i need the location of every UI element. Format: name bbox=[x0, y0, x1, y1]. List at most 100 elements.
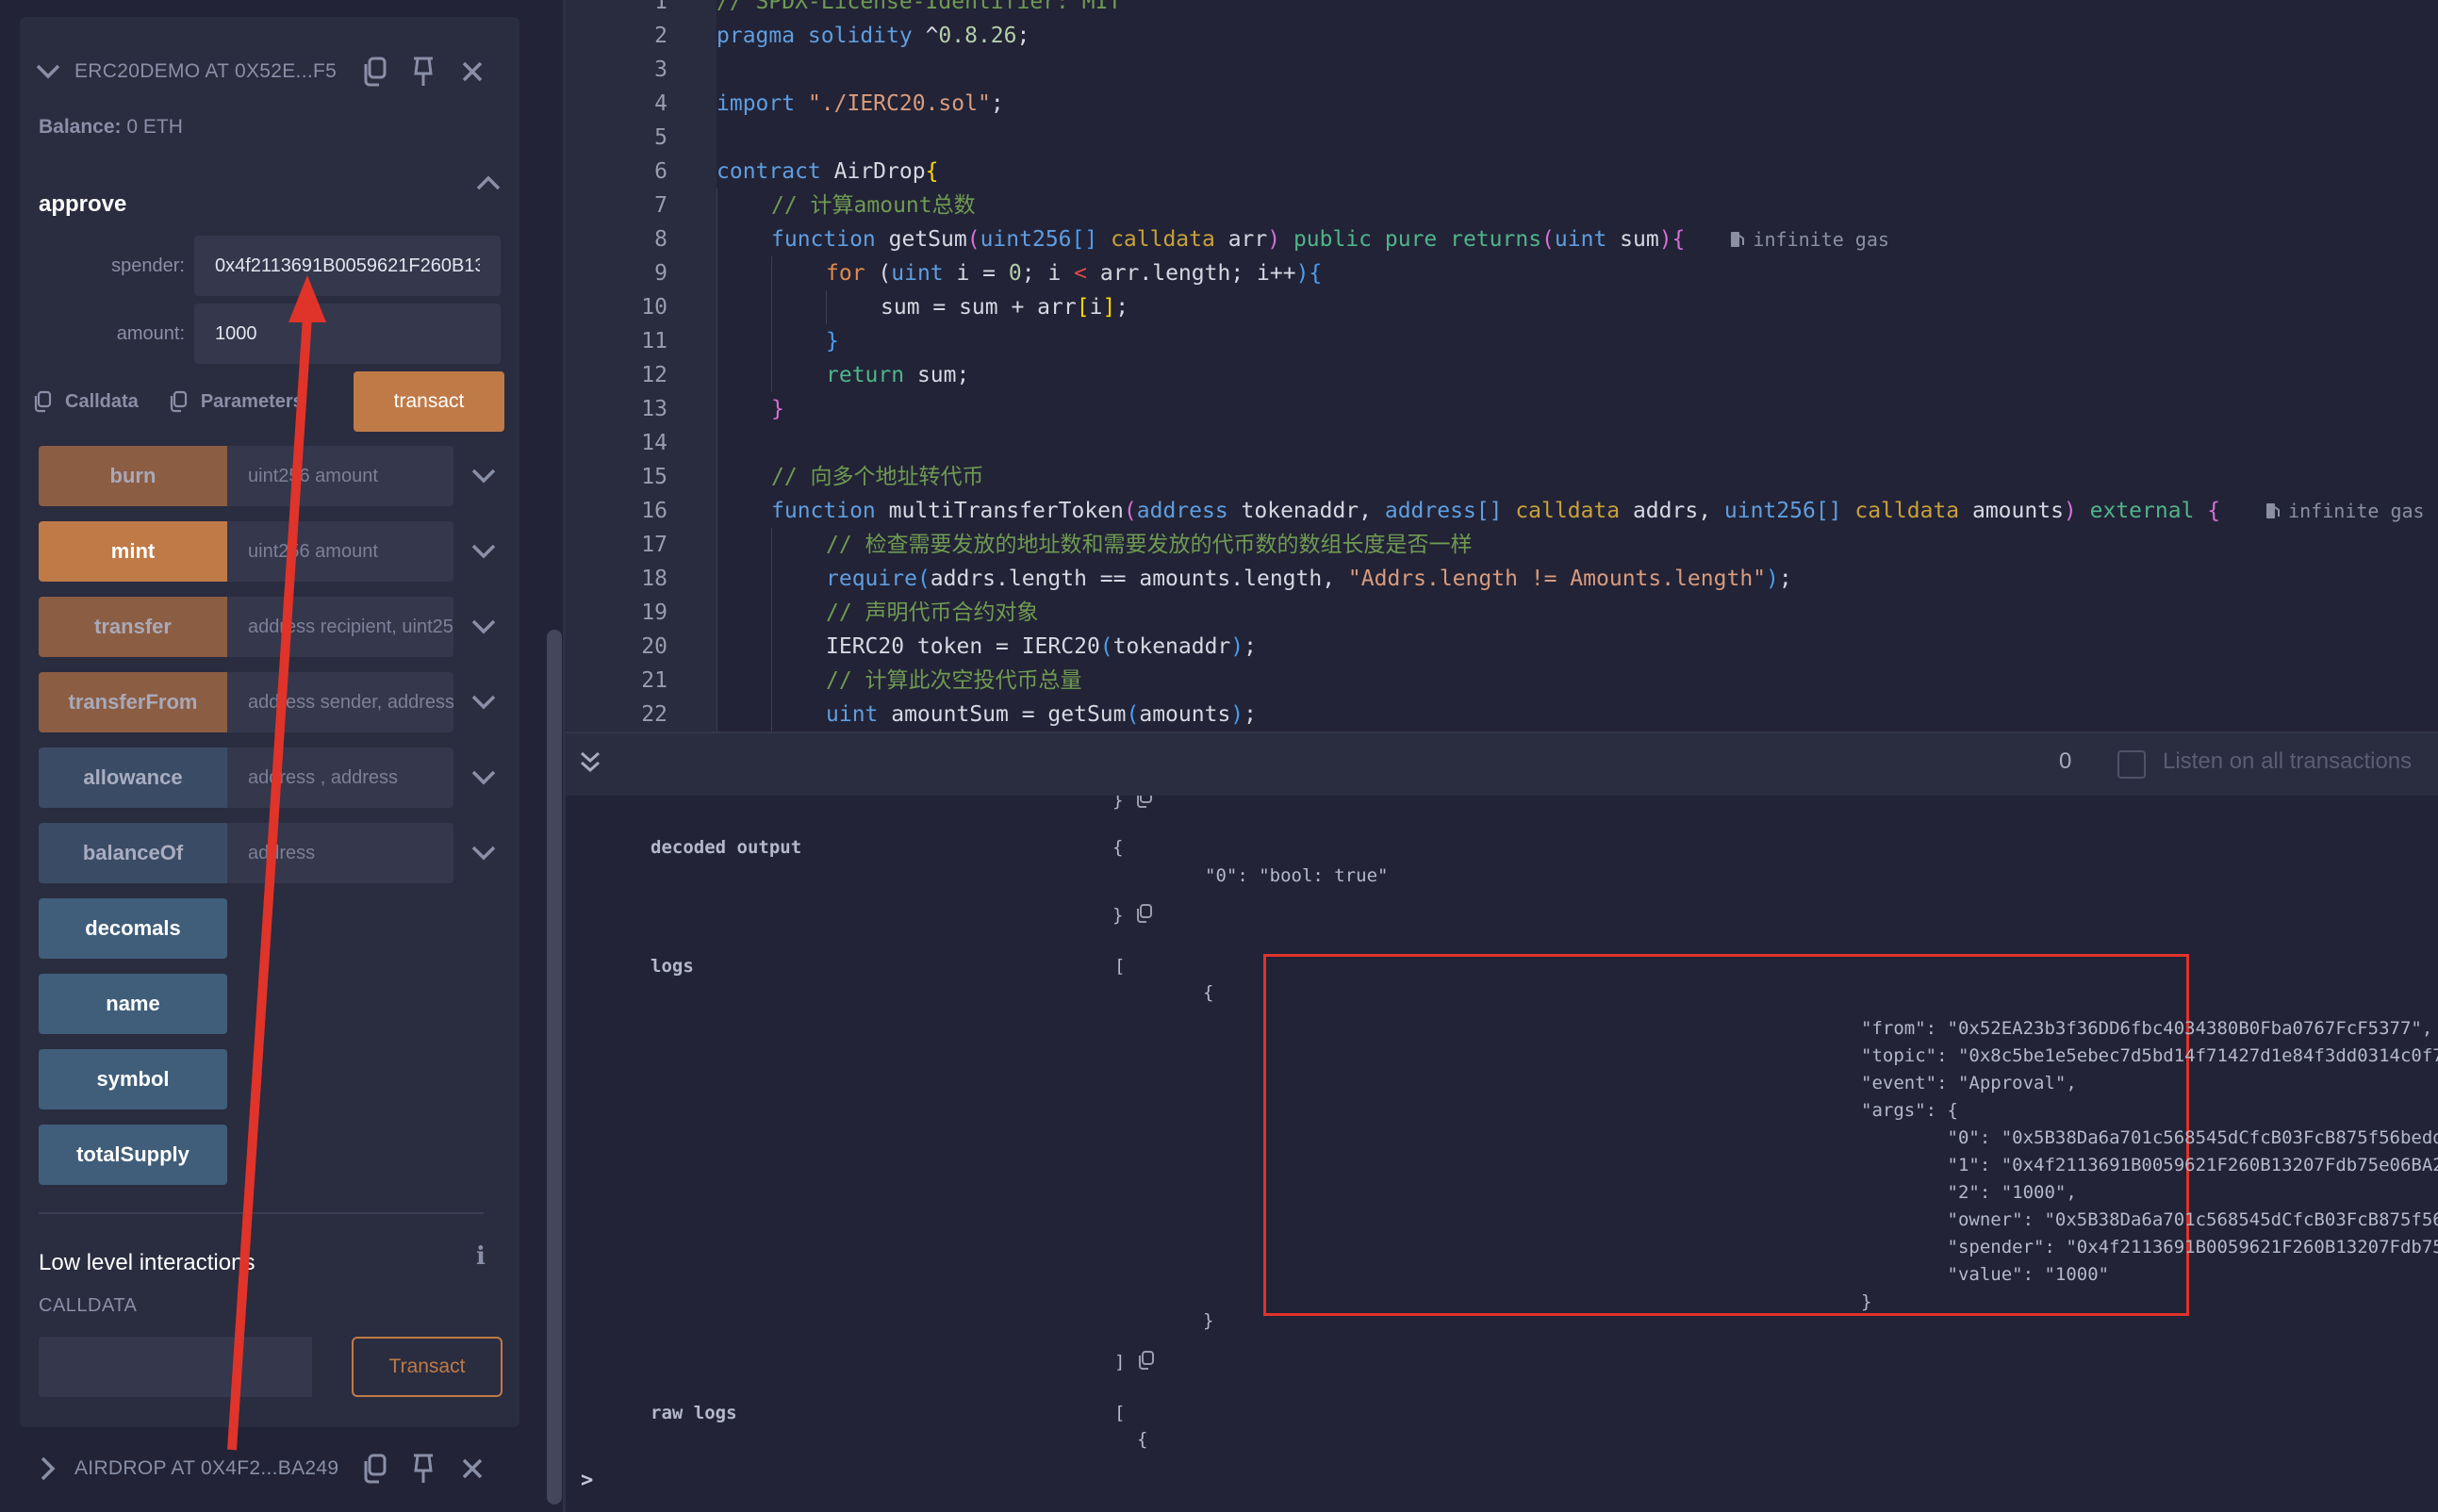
burn-params-input[interactable]: uint256 amount bbox=[227, 446, 453, 506]
code-editor[interactable]: 1 // SPDX-License-Identifier: MIT 2 pragma… bbox=[566, 0, 2438, 731]
copy-icon[interactable] bbox=[1136, 903, 1153, 929]
comment: // 向多个地址转代币 bbox=[771, 465, 984, 489]
close-icon[interactable] bbox=[453, 53, 491, 90]
code-text: sum = sum + arr bbox=[881, 295, 1077, 320]
contract-instance-header[interactable]: ERC20DEMO AT 0X52E...F5 bbox=[20, 45, 519, 98]
json-bracket: { bbox=[1112, 837, 1124, 858]
code-text: arr.length; i++ bbox=[1087, 261, 1296, 286]
line-number: 7 bbox=[654, 193, 667, 218]
json-bracket: { bbox=[1203, 982, 1214, 1003]
decomals-button[interactable]: decomals bbox=[39, 898, 227, 959]
transfer-params-input[interactable]: address recipient, uint256 amount bbox=[227, 597, 453, 657]
balanceof-params-input[interactable]: address bbox=[227, 823, 453, 883]
function-row-totalsupply: totalSupply bbox=[39, 1125, 510, 1185]
brace: { bbox=[1309, 261, 1323, 286]
code-text: sum bbox=[1606, 227, 1659, 252]
code-line: 18 require(addrs.length == amounts.length… bbox=[566, 562, 2438, 596]
listen-checkbox[interactable] bbox=[2117, 750, 2146, 779]
copy-icon[interactable] bbox=[1136, 796, 1153, 814]
burn-button[interactable]: burn bbox=[39, 446, 227, 506]
symbol-button[interactable]: symbol bbox=[39, 1049, 227, 1109]
log-line: "0": "0x5B38Da6a701c568545dCfcB03FcB875f… bbox=[1861, 1127, 2438, 1148]
json-bracket: ] bbox=[1114, 1352, 1126, 1372]
chevron-down-icon[interactable] bbox=[470, 614, 497, 640]
transact-button[interactable]: transact bbox=[354, 371, 504, 432]
allowance-button[interactable]: allowance bbox=[39, 748, 227, 808]
mint-params-input[interactable]: uint256 amount bbox=[227, 521, 453, 582]
code-line: 22 uint amountSum = getSum(amounts); bbox=[566, 698, 2438, 731]
info-icon[interactable]: i bbox=[476, 1242, 486, 1271]
comment: // SPDX-License-Identifier: MIT bbox=[717, 0, 1122, 14]
keyword: pragma solidity bbox=[717, 24, 913, 48]
chevron-down-icon[interactable] bbox=[35, 58, 61, 85]
panel-scrollbar[interactable] bbox=[547, 630, 562, 1504]
copy-icon[interactable] bbox=[355, 1450, 393, 1487]
copy-icon[interactable] bbox=[1138, 1350, 1155, 1375]
line-number: 22 bbox=[641, 702, 667, 727]
gas-estimate: infinite gas bbox=[2265, 500, 2425, 522]
spender-input[interactable] bbox=[194, 236, 501, 296]
log-line: "spender": "0x4f2113691B0059621F260B1320… bbox=[1947, 1237, 2438, 1257]
transferfrom-button[interactable]: transferFrom bbox=[39, 672, 227, 732]
contract-instance-header-airdrop[interactable]: AIRDROP AT 0X4F2...BA249 bbox=[20, 1442, 519, 1495]
chevron-down-icon[interactable] bbox=[470, 840, 497, 866]
collapse-terminal-icon[interactable] bbox=[579, 750, 601, 780]
paren: ) bbox=[1267, 227, 1281, 252]
paren: ( bbox=[1541, 227, 1555, 252]
type: uint256 bbox=[980, 227, 1072, 252]
code-line: 19 // 声明代币合约对象 bbox=[566, 596, 2438, 630]
log-line: "from": "0x52EA23b3f36DD6fbc4034380B0Fba… bbox=[1861, 1018, 2433, 1039]
balanceof-button[interactable]: balanceOf bbox=[39, 823, 227, 883]
spender-field-row: spender: bbox=[39, 236, 501, 296]
close-icon[interactable] bbox=[453, 1450, 491, 1487]
calldata-label: Calldata bbox=[65, 390, 139, 412]
transferfrom-params-input[interactable]: address sender, address recipient, uint2… bbox=[227, 672, 453, 732]
keyword: calldata bbox=[1841, 499, 1960, 523]
function-row-transfer: transfer address recipient, uint256 amou… bbox=[39, 597, 510, 657]
code-text: IERC20 token = IERC20 bbox=[826, 634, 1100, 659]
function-row-burn: burn uint256 amount bbox=[39, 446, 510, 506]
json-bracket: } bbox=[1112, 796, 1124, 811]
decoded-output-label: decoded output bbox=[651, 837, 802, 858]
code-line: 3 bbox=[566, 53, 2438, 87]
paren: ) bbox=[1658, 227, 1672, 252]
name-button[interactable]: name bbox=[39, 974, 227, 1034]
gas-label: infinite gas bbox=[1753, 228, 1889, 251]
copy-calldata-button[interactable]: Calldata bbox=[33, 390, 139, 413]
chevron-up-icon[interactable] bbox=[476, 175, 501, 195]
allowance-params-input[interactable]: address , address bbox=[227, 748, 453, 808]
amount-input[interactable] bbox=[194, 304, 501, 364]
gas-estimate: infinite gas bbox=[1730, 228, 1889, 251]
line-number: 1 bbox=[654, 0, 667, 14]
chevron-down-icon[interactable] bbox=[470, 764, 497, 791]
chevron-down-icon[interactable] bbox=[470, 463, 497, 489]
pin-icon[interactable] bbox=[404, 53, 442, 90]
line-number: 10 bbox=[641, 295, 667, 320]
json-bracket: } bbox=[1112, 903, 1153, 929]
type: uint bbox=[891, 261, 944, 286]
totalsupply-button[interactable]: totalSupply bbox=[39, 1125, 227, 1185]
line-number: 17 bbox=[641, 533, 667, 557]
transfer-button[interactable]: transfer bbox=[39, 597, 227, 657]
code-text: addrs, bbox=[1620, 499, 1724, 523]
keyword: function bbox=[771, 499, 876, 523]
pin-icon[interactable] bbox=[404, 1450, 442, 1487]
copy-parameters-button[interactable]: Parameters bbox=[169, 390, 304, 413]
json-bracket: [ bbox=[1114, 1403, 1126, 1423]
low-level-transact-button[interactable]: Transact bbox=[352, 1337, 502, 1397]
keyword: require bbox=[826, 567, 917, 591]
line-number: 9 bbox=[654, 261, 667, 286]
paren: ) bbox=[1295, 261, 1310, 286]
log-line: "topic": "0x8c5be1e5ebec7d5bd14f71427d1e… bbox=[1861, 1045, 2438, 1066]
chevron-down-icon[interactable] bbox=[470, 689, 497, 715]
copy-icon[interactable] bbox=[355, 53, 393, 90]
chevron-right-icon[interactable] bbox=[35, 1455, 61, 1482]
mint-button[interactable]: mint bbox=[39, 521, 227, 582]
chevron-down-icon[interactable] bbox=[470, 538, 497, 565]
calldata-input[interactable] bbox=[39, 1337, 312, 1397]
amount-field-row: amount: bbox=[39, 304, 501, 364]
paren: ) bbox=[2063, 499, 2077, 523]
string: "Addrs.length != Amounts.length" bbox=[1347, 567, 1767, 591]
keyword: calldata bbox=[1502, 499, 1621, 523]
terminal-prompt[interactable]: > bbox=[581, 1469, 593, 1492]
